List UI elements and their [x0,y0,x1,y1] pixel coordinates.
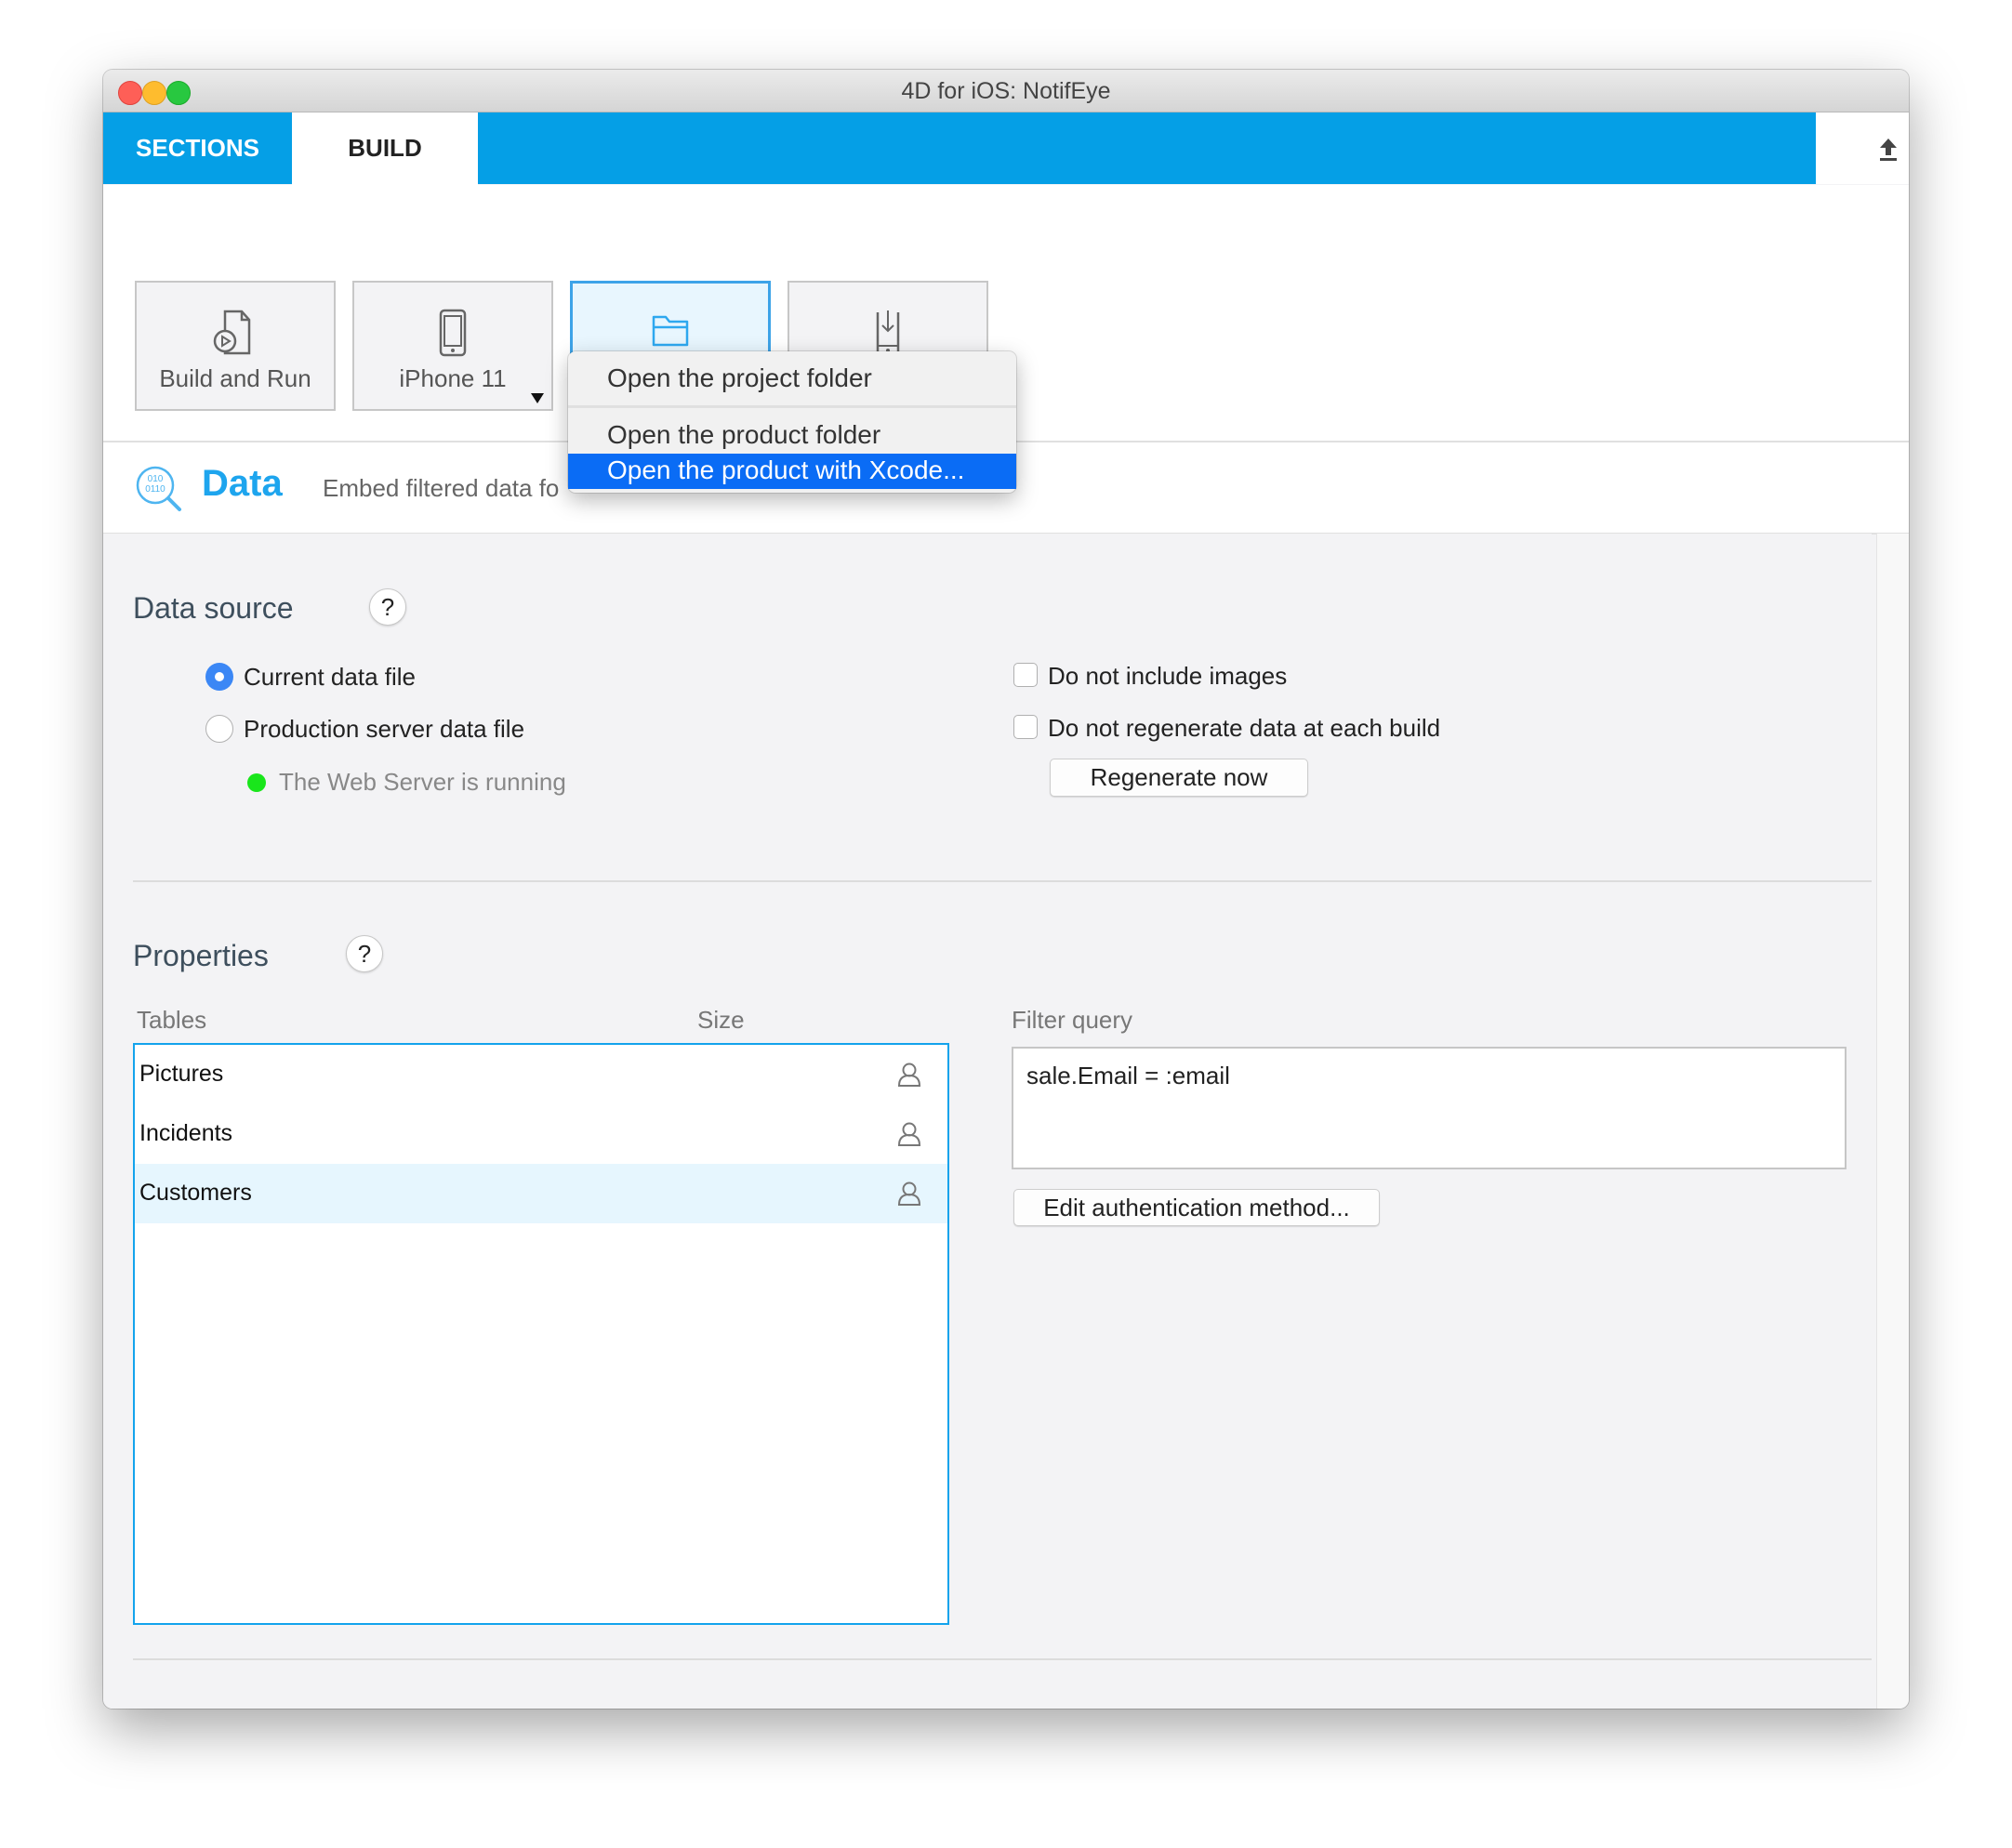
build-and-run-button[interactable]: Build and Run [135,281,336,411]
table-name: Pictures [139,1061,224,1087]
vertical-scrollbar[interactable] [1876,534,1909,1709]
tab-build[interactable]: BUILD [292,112,478,186]
tables-list[interactable]: Pictures Incidents Customers [133,1043,949,1625]
properties-help-button[interactable]: ? [346,935,383,972]
tab-sections[interactable]: SECTIONS [103,112,292,184]
device-label: iPhone 11 [399,364,507,392]
filter-query-input[interactable]: sale.Email = :email [1012,1047,1847,1169]
tables-column-header: Tables [137,1006,207,1034]
project-dropdown-menu: Open the project folder Open the product… [568,351,1016,493]
filter-query-value: sale.Email = :email [1026,1062,1230,1089]
section-divider [133,1658,1872,1660]
user-icon[interactable] [897,1181,921,1207]
data-panel: Data source ? Current data file Producti… [103,534,1872,1709]
current-data-file-label[interactable]: Current data file [244,663,416,692]
production-server-radio[interactable] [205,715,233,743]
section-divider [133,880,1872,882]
build-run-icon [213,310,251,355]
user-icon[interactable] [897,1121,921,1147]
menu-item-open-product-folder[interactable]: Open the product folder [568,418,1016,454]
user-icon[interactable] [897,1062,921,1088]
data-search-icon: 010 0110 [136,466,181,511]
svg-text:010: 010 [148,474,164,484]
regenerate-now-button[interactable]: Regenerate now [1050,759,1308,797]
svg-text:0110: 0110 [145,484,165,495]
window-title: 4D for iOS: NotifEye [901,78,1111,104]
size-column-header: Size [697,1006,745,1034]
filter-query-label: Filter query [1012,1006,1133,1034]
server-status-indicator [247,773,266,792]
build-and-run-label: Build and Run [159,364,311,392]
data-source-help-button[interactable]: ? [369,588,406,626]
no-regenerate-label[interactable]: Do not regenerate data at each build [1048,714,1440,743]
menu-item-label: Open the project folder [607,363,872,392]
menu-item-label: Open the product folder [607,420,881,449]
title-bar: 4D for iOS: NotifEye [103,70,1909,112]
data-source-title: Data source [133,591,294,625]
table-row[interactable]: Incidents [135,1104,947,1164]
no-images-checkbox[interactable] [1013,663,1038,687]
menu-item-open-project-folder[interactable]: Open the project folder [568,362,1016,397]
table-name: Customers [139,1180,252,1206]
tab-bar: SECTIONS BUILD [103,112,1816,186]
device-selector-button[interactable]: iPhone 11 [352,281,553,411]
no-images-label[interactable]: Do not include images [1048,662,1287,691]
upload-icon[interactable] [1877,135,1899,163]
menu-item-label: Open the product with Xcode... [607,455,965,484]
section-title: Data [202,463,283,504]
iphone-icon [439,309,467,357]
menu-item-open-with-xcode[interactable]: Open the product with Xcode... [568,454,1016,489]
table-row-selected[interactable]: Customers [135,1164,947,1223]
current-data-file-radio[interactable] [205,663,233,691]
server-status-text: The Web Server is running [279,768,566,796]
no-regenerate-checkbox[interactable] [1013,715,1038,739]
folder-icon [652,315,689,347]
properties-title: Properties [133,939,269,972]
production-server-label[interactable]: Production server data file [244,715,524,744]
table-name: Incidents [139,1120,233,1146]
edit-authentication-button[interactable]: Edit authentication method... [1013,1189,1380,1226]
section-description: Embed filtered data fo [323,474,560,502]
menu-separator [568,405,1016,408]
app-window: 4D for iOS: NotifEye SECTIONS BUILD Buil… [103,70,1909,1709]
chevron-down-icon[interactable] [531,393,544,403]
table-row[interactable]: Pictures [135,1045,947,1104]
